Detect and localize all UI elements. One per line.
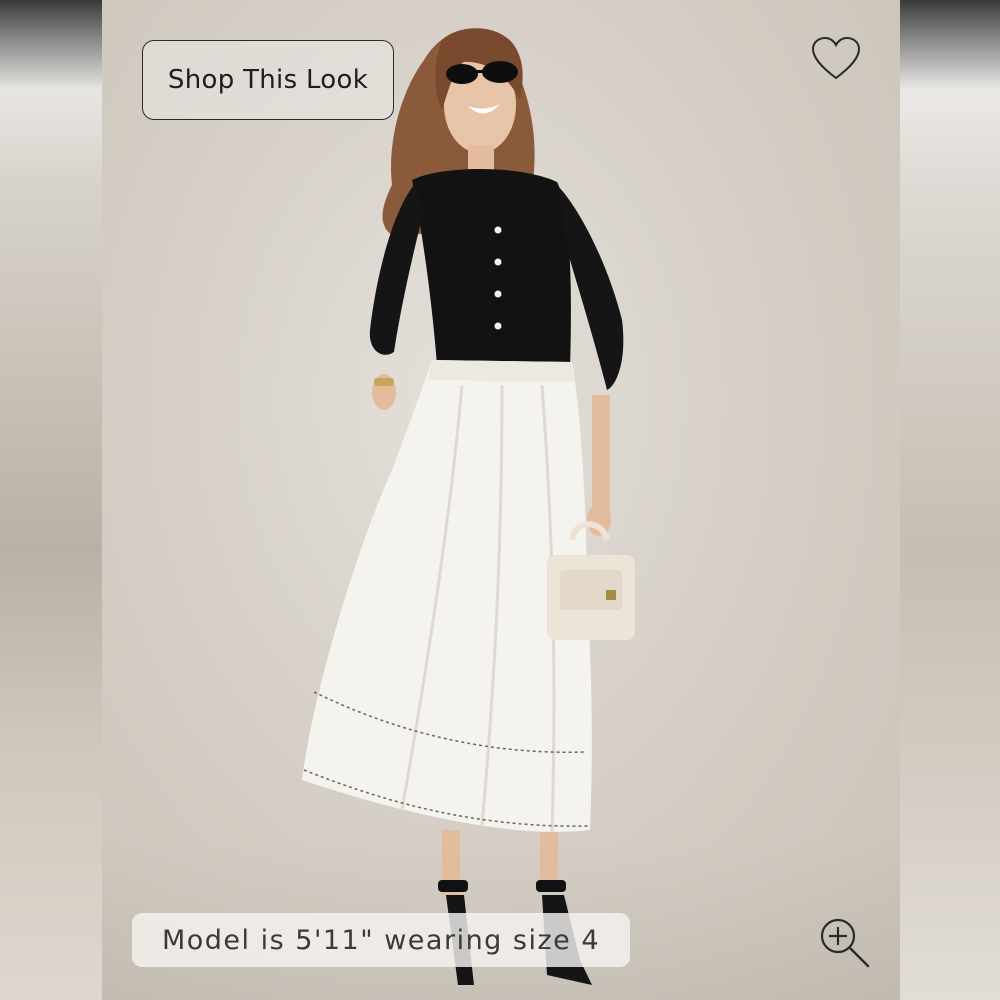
sunglasses-right [482,61,518,83]
cardigan [412,168,571,370]
sunglasses-bridge [476,70,486,73]
blurred-background-left [0,0,102,1000]
zoom-in-icon[interactable] [818,916,872,970]
right-forearm [592,395,610,520]
blurred-background-right [898,0,1000,1000]
product-photo[interactable] [102,0,900,1000]
shop-this-look-button[interactable]: Shop This Look [142,40,394,120]
model-size-caption: Model is 5'11" wearing size 4 [132,913,630,967]
cardigan-button [494,258,502,266]
bracelet [374,378,394,386]
cardigan-button [494,290,502,298]
sunglasses-left [446,64,478,84]
left-sandal-strap [438,880,468,892]
heart-icon[interactable] [810,36,862,82]
cardigan-button [494,226,502,234]
handbag-clasp [606,590,616,600]
skirt-waistband [428,360,574,382]
product-image-viewer: Shop This Look Model is 5'11" wearing si… [0,0,1000,1000]
cardigan-button [494,322,502,330]
model-figure [302,28,635,985]
right-sandal-strap [536,880,566,892]
